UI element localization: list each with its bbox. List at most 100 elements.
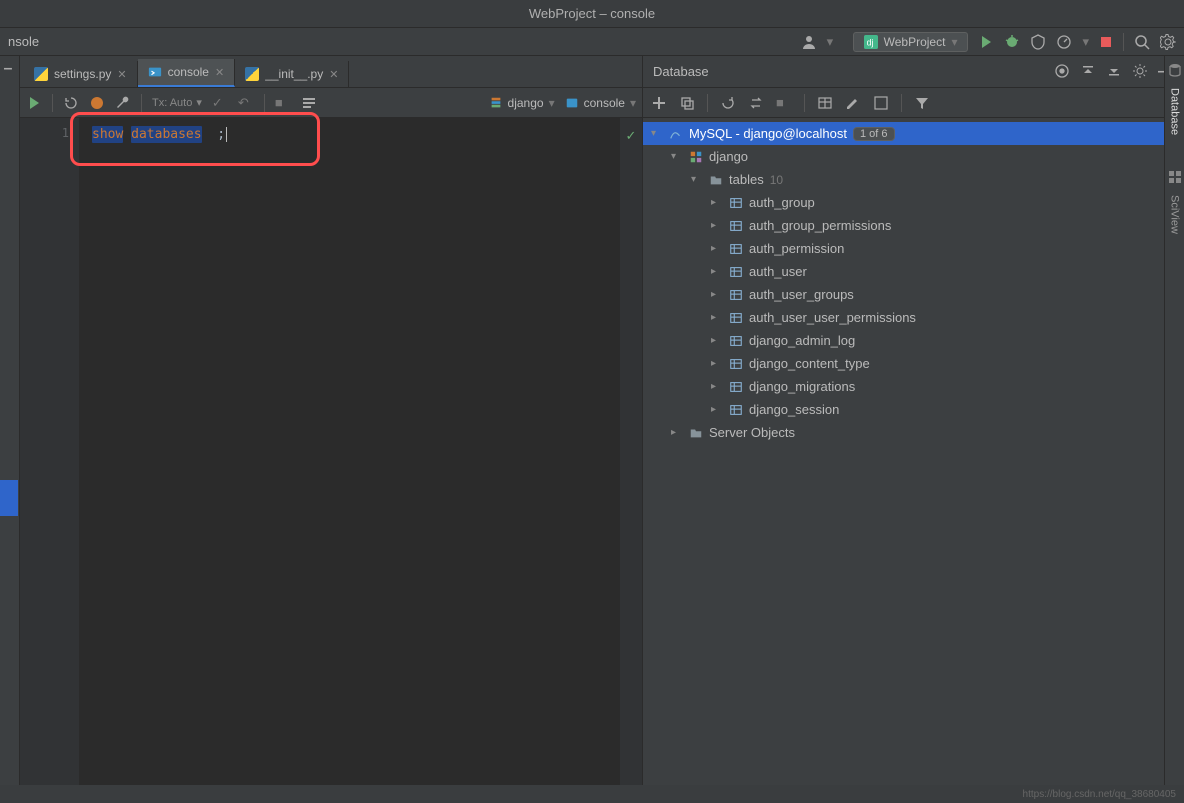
table-row[interactable]: auth_group (643, 191, 1184, 214)
chevron-down-icon[interactable] (651, 128, 663, 139)
chevron-down-icon[interactable] (691, 174, 703, 185)
code-line[interactable]: show databases ; (92, 126, 608, 143)
tab-label: console (168, 65, 209, 79)
chevron-right-icon[interactable] (671, 427, 683, 438)
table-icon[interactable] (817, 95, 833, 111)
table-name: auth_user_user_permissions (749, 310, 916, 325)
chevron-right-icon[interactable] (711, 289, 723, 300)
profiler-icon[interactable] (1056, 34, 1072, 50)
table-icon (729, 357, 743, 371)
server-objects-node[interactable]: Server Objects (643, 421, 1184, 444)
close-icon[interactable]: ✕ (329, 68, 338, 81)
sciview-icon[interactable] (1167, 169, 1183, 185)
copy-icon[interactable] (679, 95, 695, 111)
collapse-icon[interactable]: – (0, 60, 16, 78)
edit-icon[interactable] (845, 95, 861, 111)
chevron-down-icon[interactable]: ▾ (1082, 34, 1089, 50)
database-stripe-icon[interactable] (1167, 62, 1183, 78)
rollback-icon[interactable] (89, 95, 105, 111)
db-tree[interactable]: MySQL - django@localhost 1 of 6 django t… (643, 118, 1184, 785)
sync-icon[interactable] (748, 95, 764, 111)
history-icon[interactable] (63, 95, 79, 111)
chevron-right-icon[interactable] (711, 404, 723, 415)
table-row[interactable]: auth_user (643, 260, 1184, 283)
editor-body[interactable]: 1 show databases ; ✓ (20, 118, 642, 785)
database-panel-tab[interactable]: Database (1169, 88, 1181, 135)
close-icon[interactable]: ✕ (215, 66, 224, 79)
chevron-right-icon[interactable] (711, 243, 723, 254)
wrench-icon[interactable] (115, 95, 131, 111)
tab-console[interactable]: console ✕ (138, 59, 236, 87)
run-config-dropdown[interactable]: dj WebProject ▾ (853, 32, 969, 52)
ddl-icon[interactable] (873, 95, 889, 111)
gear-icon[interactable] (1160, 34, 1176, 50)
table-row[interactable]: auth_user_user_permissions (643, 306, 1184, 329)
table-name: django_admin_log (749, 333, 855, 348)
main-toolbar: nsole ▾ dj WebProject ▾ ▾ (0, 28, 1184, 56)
commit-icon[interactable]: ✓ (212, 95, 228, 111)
execute-icon[interactable] (26, 95, 42, 111)
tab-label: __init__.py (265, 67, 323, 81)
user-icon[interactable] (801, 34, 817, 50)
chevron-right-icon[interactable] (711, 197, 723, 208)
code-area[interactable]: show databases ; (80, 118, 620, 785)
breadcrumb-partial: nsole (8, 34, 39, 49)
inspection-gutter: ✓ (620, 118, 642, 785)
schema-label: django (709, 149, 748, 164)
expand-down-icon[interactable] (1106, 63, 1122, 79)
rollback-arrow-icon[interactable]: ↶ (238, 95, 254, 111)
db-root[interactable]: MySQL - django@localhost 1 of 6 (643, 122, 1184, 145)
tab-label: settings.py (54, 67, 111, 81)
coverage-icon[interactable] (1030, 34, 1046, 50)
table-row[interactable]: auth_group_permissions (643, 214, 1184, 237)
table-row[interactable]: django_migrations (643, 375, 1184, 398)
server-objects-label: Server Objects (709, 425, 795, 440)
table-row[interactable]: auth_permission (643, 237, 1184, 260)
add-icon[interactable] (651, 95, 667, 111)
schema-dropdown[interactable]: django ▾ (489, 96, 555, 110)
table-row[interactable]: auth_user_groups (643, 283, 1184, 306)
explain-icon[interactable] (301, 95, 317, 111)
target-icon[interactable] (1054, 63, 1070, 79)
expand-up-icon[interactable] (1080, 63, 1096, 79)
chevron-down-icon[interactable] (671, 151, 683, 162)
schema-node[interactable]: django (643, 145, 1184, 168)
table-icon (729, 334, 743, 348)
chevron-down-icon[interactable]: ▾ (827, 34, 843, 50)
table-row[interactable]: django_session (643, 398, 1184, 421)
chevron-down-icon: ▾ (951, 35, 957, 49)
chevron-right-icon[interactable] (711, 220, 723, 231)
tx-mode-dropdown[interactable]: Tx: Auto▾ (152, 96, 202, 109)
table-name: auth_group (749, 195, 815, 210)
chevron-right-icon[interactable] (711, 381, 723, 392)
table-icon (729, 219, 743, 233)
editor-pane: settings.py ✕ console ✕ __init__.py ✕ (20, 56, 642, 785)
folder-icon (689, 426, 703, 440)
chevron-right-icon[interactable] (711, 358, 723, 369)
tables-folder[interactable]: tables 10 (643, 168, 1184, 191)
run-icon[interactable] (978, 34, 994, 50)
chevron-right-icon[interactable] (711, 266, 723, 277)
table-row[interactable]: django_admin_log (643, 329, 1184, 352)
console-dropdown[interactable]: console ▾ (565, 96, 636, 110)
tab-settings[interactable]: settings.py ✕ (24, 61, 138, 87)
gear-icon[interactable] (1132, 63, 1148, 79)
django-icon: dj (864, 35, 878, 49)
table-row[interactable]: django_content_type (643, 352, 1184, 375)
footer-text: https://blog.csdn.net/qq_38680405 (1023, 789, 1176, 800)
chevron-right-icon[interactable] (711, 312, 723, 323)
console-icon (148, 65, 162, 79)
left-gutter: – (0, 56, 20, 785)
filter-icon[interactable] (914, 95, 930, 111)
refresh-icon[interactable] (720, 95, 736, 111)
stop-icon[interactable] (1099, 35, 1113, 49)
schema-label: django (508, 96, 544, 110)
tab-init[interactable]: __init__.py ✕ (235, 61, 349, 87)
search-icon[interactable] (1134, 34, 1150, 50)
debug-icon[interactable] (1004, 34, 1020, 50)
close-icon[interactable]: ✕ (117, 68, 126, 81)
chevron-right-icon[interactable] (711, 335, 723, 346)
console-toolbar: Tx: Auto▾ ✓ ↶ ■ django ▾ console (20, 88, 642, 118)
sciview-panel-tab[interactable]: SciView (1169, 195, 1181, 234)
status-bar: https://blog.csdn.net/qq_38680405 (0, 785, 1184, 803)
